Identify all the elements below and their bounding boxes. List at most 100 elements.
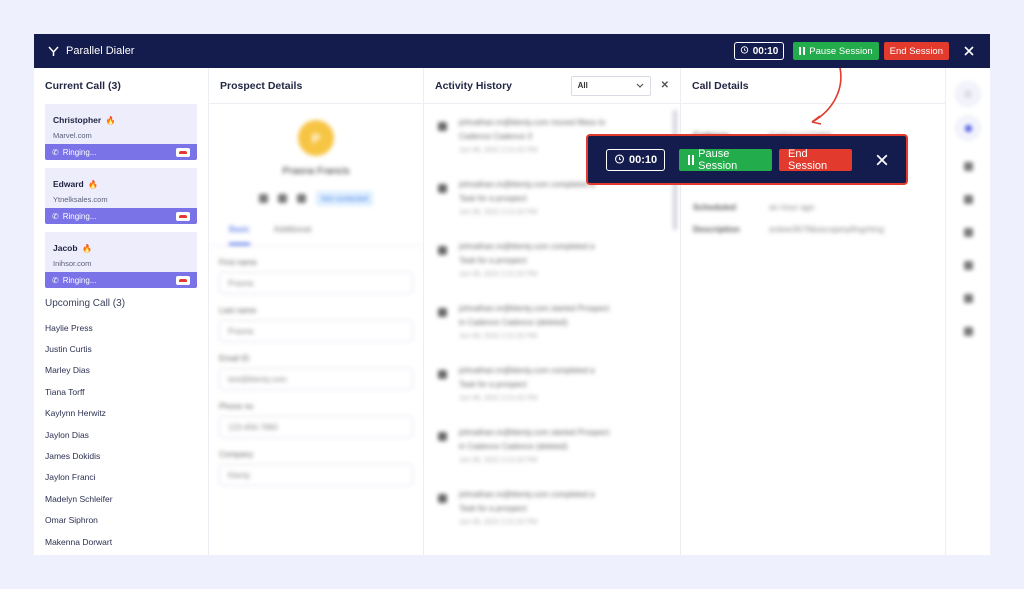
prospect-field: Email ID test@klenty.com [209,354,423,390]
timer-value: 00:10 [752,45,779,57]
call-card-info: Jacob 🔥 Inihsor.com [45,232,197,272]
callout-close-icon[interactable] [875,153,888,167]
callout-pause-session-button[interactable]: Pause Session [679,148,772,172]
pause-icon [688,154,695,165]
phone-icon[interactable] [278,194,288,203]
upcoming-call-item[interactable]: Justin Curtis [45,338,197,359]
callout-end-session-button[interactable]: End Session [779,148,853,172]
activity-item: johnathan.m@klenty.com started Prospect i… [424,426,680,488]
activity-history-heading: Activity History [435,79,513,92]
upcoming-call-item[interactable]: Jaylon Franci [45,467,197,488]
filter-value: All [577,81,588,90]
detail-row: Scheduled an hour ago [681,202,945,212]
field-input[interactable]: 123-456-7890 [219,416,413,438]
detail-value: ardwe3678&ascajanplfngrhtng [769,224,884,234]
call-card-info: Christopher 🔥 Marvel.com [45,104,197,144]
tab-basic[interactable]: Basic [229,224,250,245]
alarm-clock-icon [614,153,625,167]
field-label: Phone no [219,402,254,411]
rail-toggle-icon[interactable] [956,82,980,106]
current-call-heading: Current Call (3) [45,80,121,92]
activity-date: Jun 06, 2022 2:21:02 PM [459,271,538,278]
activity-line: in Cadence Cadence (deleted) [459,318,568,327]
upcoming-call-item[interactable]: James Dokidis [45,445,197,466]
notes-icon[interactable] [963,327,973,336]
activity-icon [438,370,447,379]
activity-line: Task for a prospect [459,504,527,513]
activity-icon [438,432,447,441]
fire-icon: 🔥 [82,244,92,253]
pause-session-label: Pause Session [809,45,873,57]
call-status: Ringing... [62,147,97,157]
activity-date: Jun 06, 2022 2:21:02 PM [459,395,538,402]
phone-icon[interactable] [963,195,973,204]
caller-company: Ytnelksales.com [53,195,108,204]
prospect-name: Prasna Francis [282,166,350,177]
link-icon[interactable] [297,194,307,203]
prospect-field: Company Klenty [209,450,423,486]
activity-line: johnathan.m@klenty.com moved Mass to [459,118,606,127]
upcoming-call-item[interactable]: Marley Dias [45,360,197,381]
upcoming-call-item[interactable]: Carla Passaquindici Arcand [45,552,197,555]
caller-name: Jacob [53,243,78,253]
field-input[interactable]: Prasna [219,320,413,342]
activity-line: Task for a prospect [459,194,527,203]
activity-icon [438,494,447,503]
upcoming-call-item[interactable]: Kaylynn Herwitz [45,403,197,424]
calendar-icon[interactable] [963,228,973,237]
linkedin-icon[interactable] [963,261,973,270]
close-icon[interactable] [962,44,976,58]
pause-icon [799,47,806,55]
dialer-logo-icon [48,45,59,57]
upcoming-call-item[interactable]: Haylie Press [45,317,197,338]
activity-item: johnathan.m@klenty.com completed a Task f… [424,240,680,302]
upcoming-call-item[interactable]: Tiana Torff [45,381,197,402]
clear-filter-icon[interactable]: ✕ [661,80,669,91]
prospect-details-heading: Prospect Details [209,68,423,104]
current-call-card[interactable]: Edward 🔥 Ytnelksales.com ✆ Ringing... [45,168,197,224]
phone-icon: ✆ [52,275,59,285]
hang-up-button[interactable] [176,275,190,285]
upcoming-call-item[interactable]: Jaylon Dias [45,424,197,445]
field-input[interactable]: Klenty [219,464,413,486]
email-icon[interactable] [963,162,973,171]
ringing-bar: ✆ Ringing... [45,208,197,224]
phone-icon: ✆ [52,147,59,157]
activity-date: Jun 06, 2022 2:21:02 PM [459,519,538,526]
prospect-field: Last name Prasna [209,306,423,342]
activity-item: johnathan.m@klenty.com completed a Task f… [424,488,680,550]
field-input[interactable]: test@klenty.com [219,368,413,390]
upcoming-call-item[interactable]: Omar Siphron [45,510,197,531]
activity-item: johnathan.m@klenty.com completed a Task f… [424,364,680,426]
activity-icon [438,308,447,317]
caller-company: Marvel.com [53,131,92,140]
hang-up-button[interactable] [176,211,190,221]
activity-filter-select[interactable]: All [570,75,651,96]
current-call-card[interactable]: Jacob 🔥 Inihsor.com ✆ Ringing... [45,232,197,288]
hang-up-button[interactable] [176,147,190,157]
activity-icon [438,246,447,255]
call-status: Ringing... [62,211,97,221]
end-session-button[interactable]: End Session [883,42,949,60]
caller-company: Inihsor.com [53,259,92,268]
callout-session-timer: 00:10 [606,148,666,171]
prospect-details-panel: Prospect Details P Prasna Francis Not co… [209,68,424,555]
upcoming-call-item[interactable]: Makenna Dorwart [45,531,197,552]
task-icon[interactable] [963,294,973,303]
pause-session-button[interactable]: Pause Session [793,42,879,60]
field-input[interactable]: Prasna [219,272,413,294]
current-call-card[interactable]: Christopher 🔥 Marvel.com ✆ Ringing... [45,104,197,160]
activity-date: Jun 06, 2022 2:21:02 PM [459,457,538,464]
upcoming-call-item[interactable]: Madelyn Schleifer [45,488,197,509]
session-controls-callout: 00:10 Pause Session End Session [586,134,908,185]
email-icon[interactable] [259,194,269,203]
field-label: Email ID [219,354,250,363]
activity-line: Task for a prospect [459,380,527,389]
rail-active-icon[interactable] [956,116,980,140]
tab-additional[interactable]: Additional [274,224,311,245]
activity-line: johnathan.m@klenty.com started Prospect [459,304,610,313]
activity-line: in Cadence Cadence (deleted) [459,442,568,451]
brand: Parallel Dialer [48,45,134,57]
avatar: P [298,120,334,156]
ringing-bar: ✆ Ringing... [45,144,197,160]
